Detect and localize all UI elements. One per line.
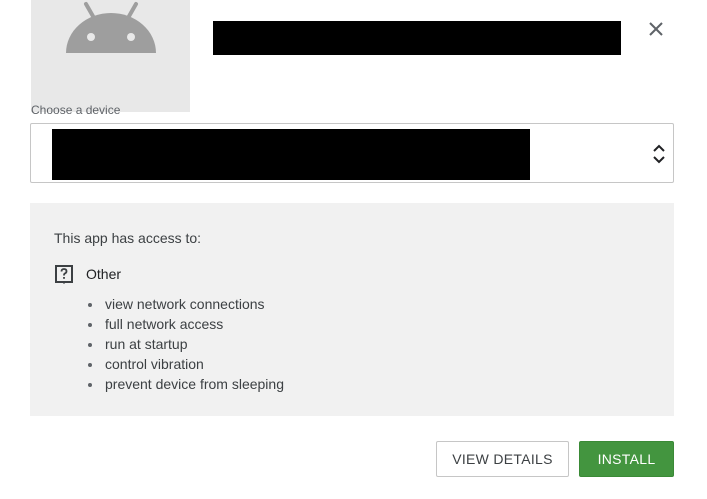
question-box-icon [55, 265, 73, 284]
permission-group-label: Other [86, 266, 122, 282]
device-select[interactable] [30, 123, 674, 183]
device-select-label: Choose a device [31, 104, 120, 117]
permission-item: view network connections [86, 294, 284, 314]
install-dialog: Choose a device This app has access to: … [0, 0, 707, 499]
install-button[interactable]: INSTALL [579, 441, 674, 477]
android-robot-icon [66, 2, 156, 53]
permission-list: view network connections full network ac… [86, 294, 284, 394]
close-icon [649, 22, 663, 36]
app-icon-tile [31, 0, 190, 112]
permission-item: full network access [86, 314, 284, 334]
permission-item: run at startup [86, 334, 284, 354]
app-title-redacted [213, 21, 621, 55]
permission-item: prevent device from sleeping [86, 374, 284, 394]
unfold-arrows-icon [653, 144, 665, 164]
permissions-heading: This app has access to: [54, 230, 202, 246]
permission-item: control vibration [86, 354, 284, 374]
permission-group-other: Other [54, 264, 121, 284]
close-button[interactable] [644, 17, 668, 41]
device-select-label-text: Choose a device [31, 104, 121, 117]
permissions-panel: This app has access to: Other view netwo… [30, 203, 674, 416]
device-name-redacted [52, 129, 530, 180]
view-details-button[interactable]: VIEW DETAILS [436, 441, 569, 477]
